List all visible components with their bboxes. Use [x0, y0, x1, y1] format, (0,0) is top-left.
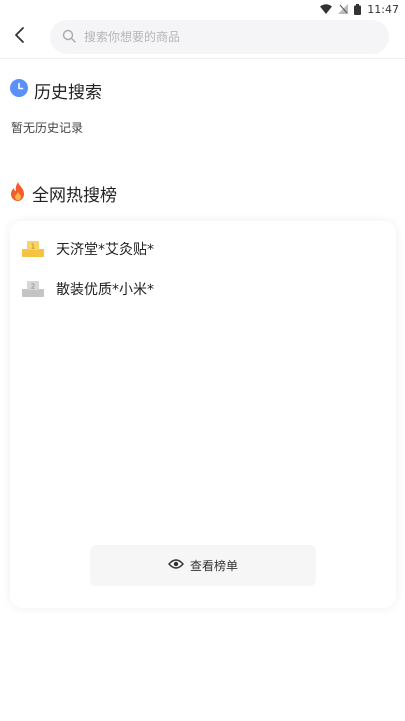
- hot-item-label: 天济堂*艾灸贴*: [56, 242, 154, 258]
- search-box[interactable]: [50, 20, 389, 54]
- battery-icon: [354, 3, 362, 15]
- eye-icon: [168, 558, 184, 573]
- hot-title-text: 全网热搜榜: [32, 186, 117, 206]
- hot-item-2[interactable]: 2 散装优质*小米*: [22, 279, 154, 299]
- status-time: 11:47: [367, 2, 399, 16]
- view-ranking-button[interactable]: 查看榜单: [90, 545, 316, 586]
- history-section-title: 历史搜索: [10, 78, 102, 103]
- search-input[interactable]: [82, 29, 326, 45]
- signal-off-icon: [338, 4, 349, 14]
- status-bar: 11:47: [0, 0, 405, 18]
- rank-1-gold-icon: 1: [22, 241, 44, 257]
- fire-icon: [10, 181, 26, 206]
- search-icon: [62, 28, 76, 47]
- svg-text:1: 1: [31, 243, 35, 251]
- svg-text:2: 2: [31, 283, 35, 291]
- hot-item-label: 散装优质*小米*: [56, 282, 154, 298]
- clock-icon: [10, 79, 28, 102]
- view-ranking-label: 查看榜单: [189, 559, 238, 573]
- back-button[interactable]: [6, 20, 34, 54]
- rank-2-silver-icon: 2: [22, 281, 44, 297]
- hot-section-title: 全网热搜榜: [10, 181, 117, 206]
- header-divider: [0, 58, 405, 59]
- history-title-text: 历史搜索: [34, 83, 102, 103]
- header: [0, 20, 405, 54]
- wifi-icon: [320, 4, 333, 14]
- chevron-left-icon: [14, 26, 26, 48]
- hot-item-1[interactable]: 1 天济堂*艾灸贴*: [22, 239, 154, 259]
- history-empty-text: 暂无历史记录: [11, 121, 84, 135]
- hot-ranking-card: 1 天济堂*艾灸贴* 2 散装优质*小米* 查看榜单: [10, 221, 396, 608]
